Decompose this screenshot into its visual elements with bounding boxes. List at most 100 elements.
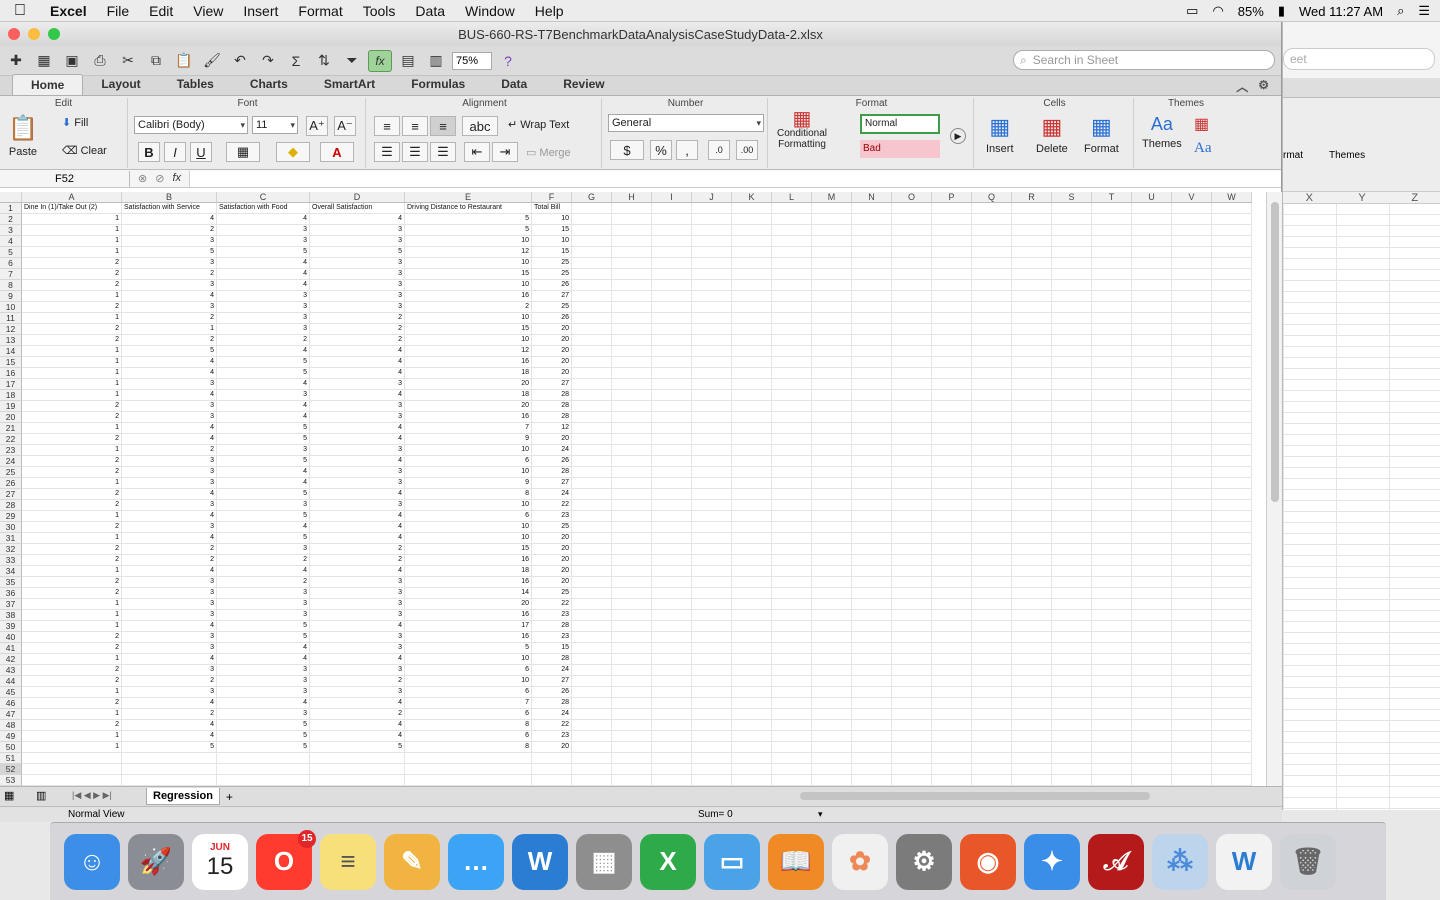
table-cell[interactable] [892, 676, 932, 687]
table-cell[interactable] [1092, 390, 1132, 401]
table-cell[interactable] [1012, 357, 1052, 368]
table-cell[interactable]: 4 [310, 522, 405, 533]
table-cell[interactable] [972, 379, 1012, 390]
gallery-icon[interactable]: ▤ [396, 50, 420, 72]
table-cell[interactable] [612, 511, 652, 522]
table-cell[interactable] [652, 456, 692, 467]
table-cell[interactable] [1052, 346, 1092, 357]
align-middle-icon[interactable]: ≡ [402, 116, 428, 136]
table-cell[interactable]: 25 [532, 258, 572, 269]
table-cell[interactable] [972, 588, 1012, 599]
increase-decimal-icon[interactable]: .0 [708, 140, 730, 160]
table-cell[interactable] [1132, 544, 1172, 555]
table-cell[interactable] [1092, 566, 1132, 577]
table-cell[interactable] [1092, 709, 1132, 720]
table-cell[interactable] [572, 775, 612, 786]
table-cell[interactable] [932, 379, 972, 390]
table-cell[interactable]: 2 [22, 500, 122, 511]
table-cell[interactable] [732, 478, 772, 489]
table-cell[interactable] [1092, 544, 1132, 555]
table-cell[interactable]: 28 [532, 654, 572, 665]
table-cell[interactable]: 2 [22, 324, 122, 335]
table-cell[interactable] [1092, 258, 1132, 269]
table-cell[interactable] [572, 687, 612, 698]
table-cell[interactable] [812, 566, 852, 577]
table-cell[interactable] [1212, 632, 1252, 643]
table-cell[interactable] [932, 742, 972, 753]
table-cell[interactable] [772, 742, 812, 753]
row-header[interactable]: 15 [0, 357, 22, 368]
table-cell[interactable] [612, 522, 652, 533]
table-cell[interactable] [972, 687, 1012, 698]
table-cell[interactable] [772, 467, 812, 478]
table-cell[interactable]: 27 [532, 379, 572, 390]
table-cell[interactable] [732, 687, 772, 698]
document-stack-icon[interactable]: W [1216, 833, 1272, 890]
table-cell[interactable] [22, 753, 122, 764]
table-cell[interactable] [612, 577, 652, 588]
table-cell[interactable] [932, 357, 972, 368]
table-cell[interactable] [1132, 533, 1172, 544]
row-header[interactable]: 51 [0, 753, 22, 764]
formula-builder-icon[interactable]: fx [368, 49, 392, 72]
function-wizard-icon[interactable]: fx [172, 172, 181, 185]
table-cell[interactable] [1012, 753, 1052, 764]
table-header-cell[interactable] [812, 203, 852, 214]
table-cell[interactable]: 10 [405, 467, 532, 478]
table-cell[interactable] [1212, 445, 1252, 456]
table-cell[interactable]: 4 [310, 511, 405, 522]
table-cell[interactable] [612, 335, 652, 346]
table-cell[interactable] [1172, 676, 1212, 687]
table-cell[interactable] [1092, 313, 1132, 324]
table-cell[interactable]: 4 [310, 654, 405, 665]
table-cell[interactable] [1012, 412, 1052, 423]
table-cell[interactable] [852, 423, 892, 434]
table-cell[interactable]: 1 [22, 291, 122, 302]
table-cell[interactable]: 4 [217, 269, 310, 280]
table-cell[interactable]: 4 [217, 401, 310, 412]
table-cell[interactable] [892, 456, 932, 467]
table-cell[interactable] [692, 566, 732, 577]
table-cell[interactable] [1012, 588, 1052, 599]
table-cell[interactable] [572, 280, 612, 291]
table-cell[interactable]: 15 [405, 324, 532, 335]
confirm-entry-icon[interactable]: ⊘ [155, 172, 164, 185]
table-cell[interactable] [1052, 456, 1092, 467]
table-cell[interactable]: 3 [217, 610, 310, 621]
table-cell[interactable] [1172, 401, 1212, 412]
table-cell[interactable] [972, 731, 1012, 742]
table-cell[interactable]: 4 [217, 654, 310, 665]
table-cell[interactable] [1012, 775, 1052, 786]
table-cell[interactable] [812, 665, 852, 676]
table-header-cell[interactable]: Satisfaction with Service [122, 203, 217, 214]
table-cell[interactable] [1132, 522, 1172, 533]
templates-icon[interactable]: ▦ [32, 50, 56, 72]
table-cell[interactable] [1052, 599, 1092, 610]
table-cell[interactable] [1172, 214, 1212, 225]
column-header[interactable]: P [932, 192, 972, 202]
table-cell[interactable] [1132, 357, 1172, 368]
table-cell[interactable] [572, 764, 612, 775]
table-cell[interactable]: 18 [405, 390, 532, 401]
table-cell[interactable] [972, 742, 1012, 753]
table-cell[interactable] [772, 247, 812, 258]
table-cell[interactable] [1212, 522, 1252, 533]
table-cell[interactable] [732, 566, 772, 577]
row-header[interactable]: 17 [0, 379, 22, 390]
apple-menu-icon[interactable]:  [0, 2, 40, 20]
row-header[interactable]: 13 [0, 335, 22, 346]
table-cell[interactable] [972, 577, 1012, 588]
row-header[interactable]: 49 [0, 731, 22, 742]
table-cell[interactable]: 3 [122, 258, 217, 269]
table-cell[interactable] [1092, 456, 1132, 467]
ibooks-icon[interactable]: 📖 [768, 833, 824, 890]
table-cell[interactable] [812, 599, 852, 610]
table-cell[interactable] [692, 412, 732, 423]
italic-icon[interactable]: I [164, 142, 186, 162]
table-cell[interactable]: 3 [310, 467, 405, 478]
table-cell[interactable] [692, 698, 732, 709]
table-cell[interactable] [652, 632, 692, 643]
table-cell[interactable]: 3 [217, 236, 310, 247]
align-bottom-icon[interactable]: ≡ [430, 116, 456, 136]
table-cell[interactable] [652, 742, 692, 753]
